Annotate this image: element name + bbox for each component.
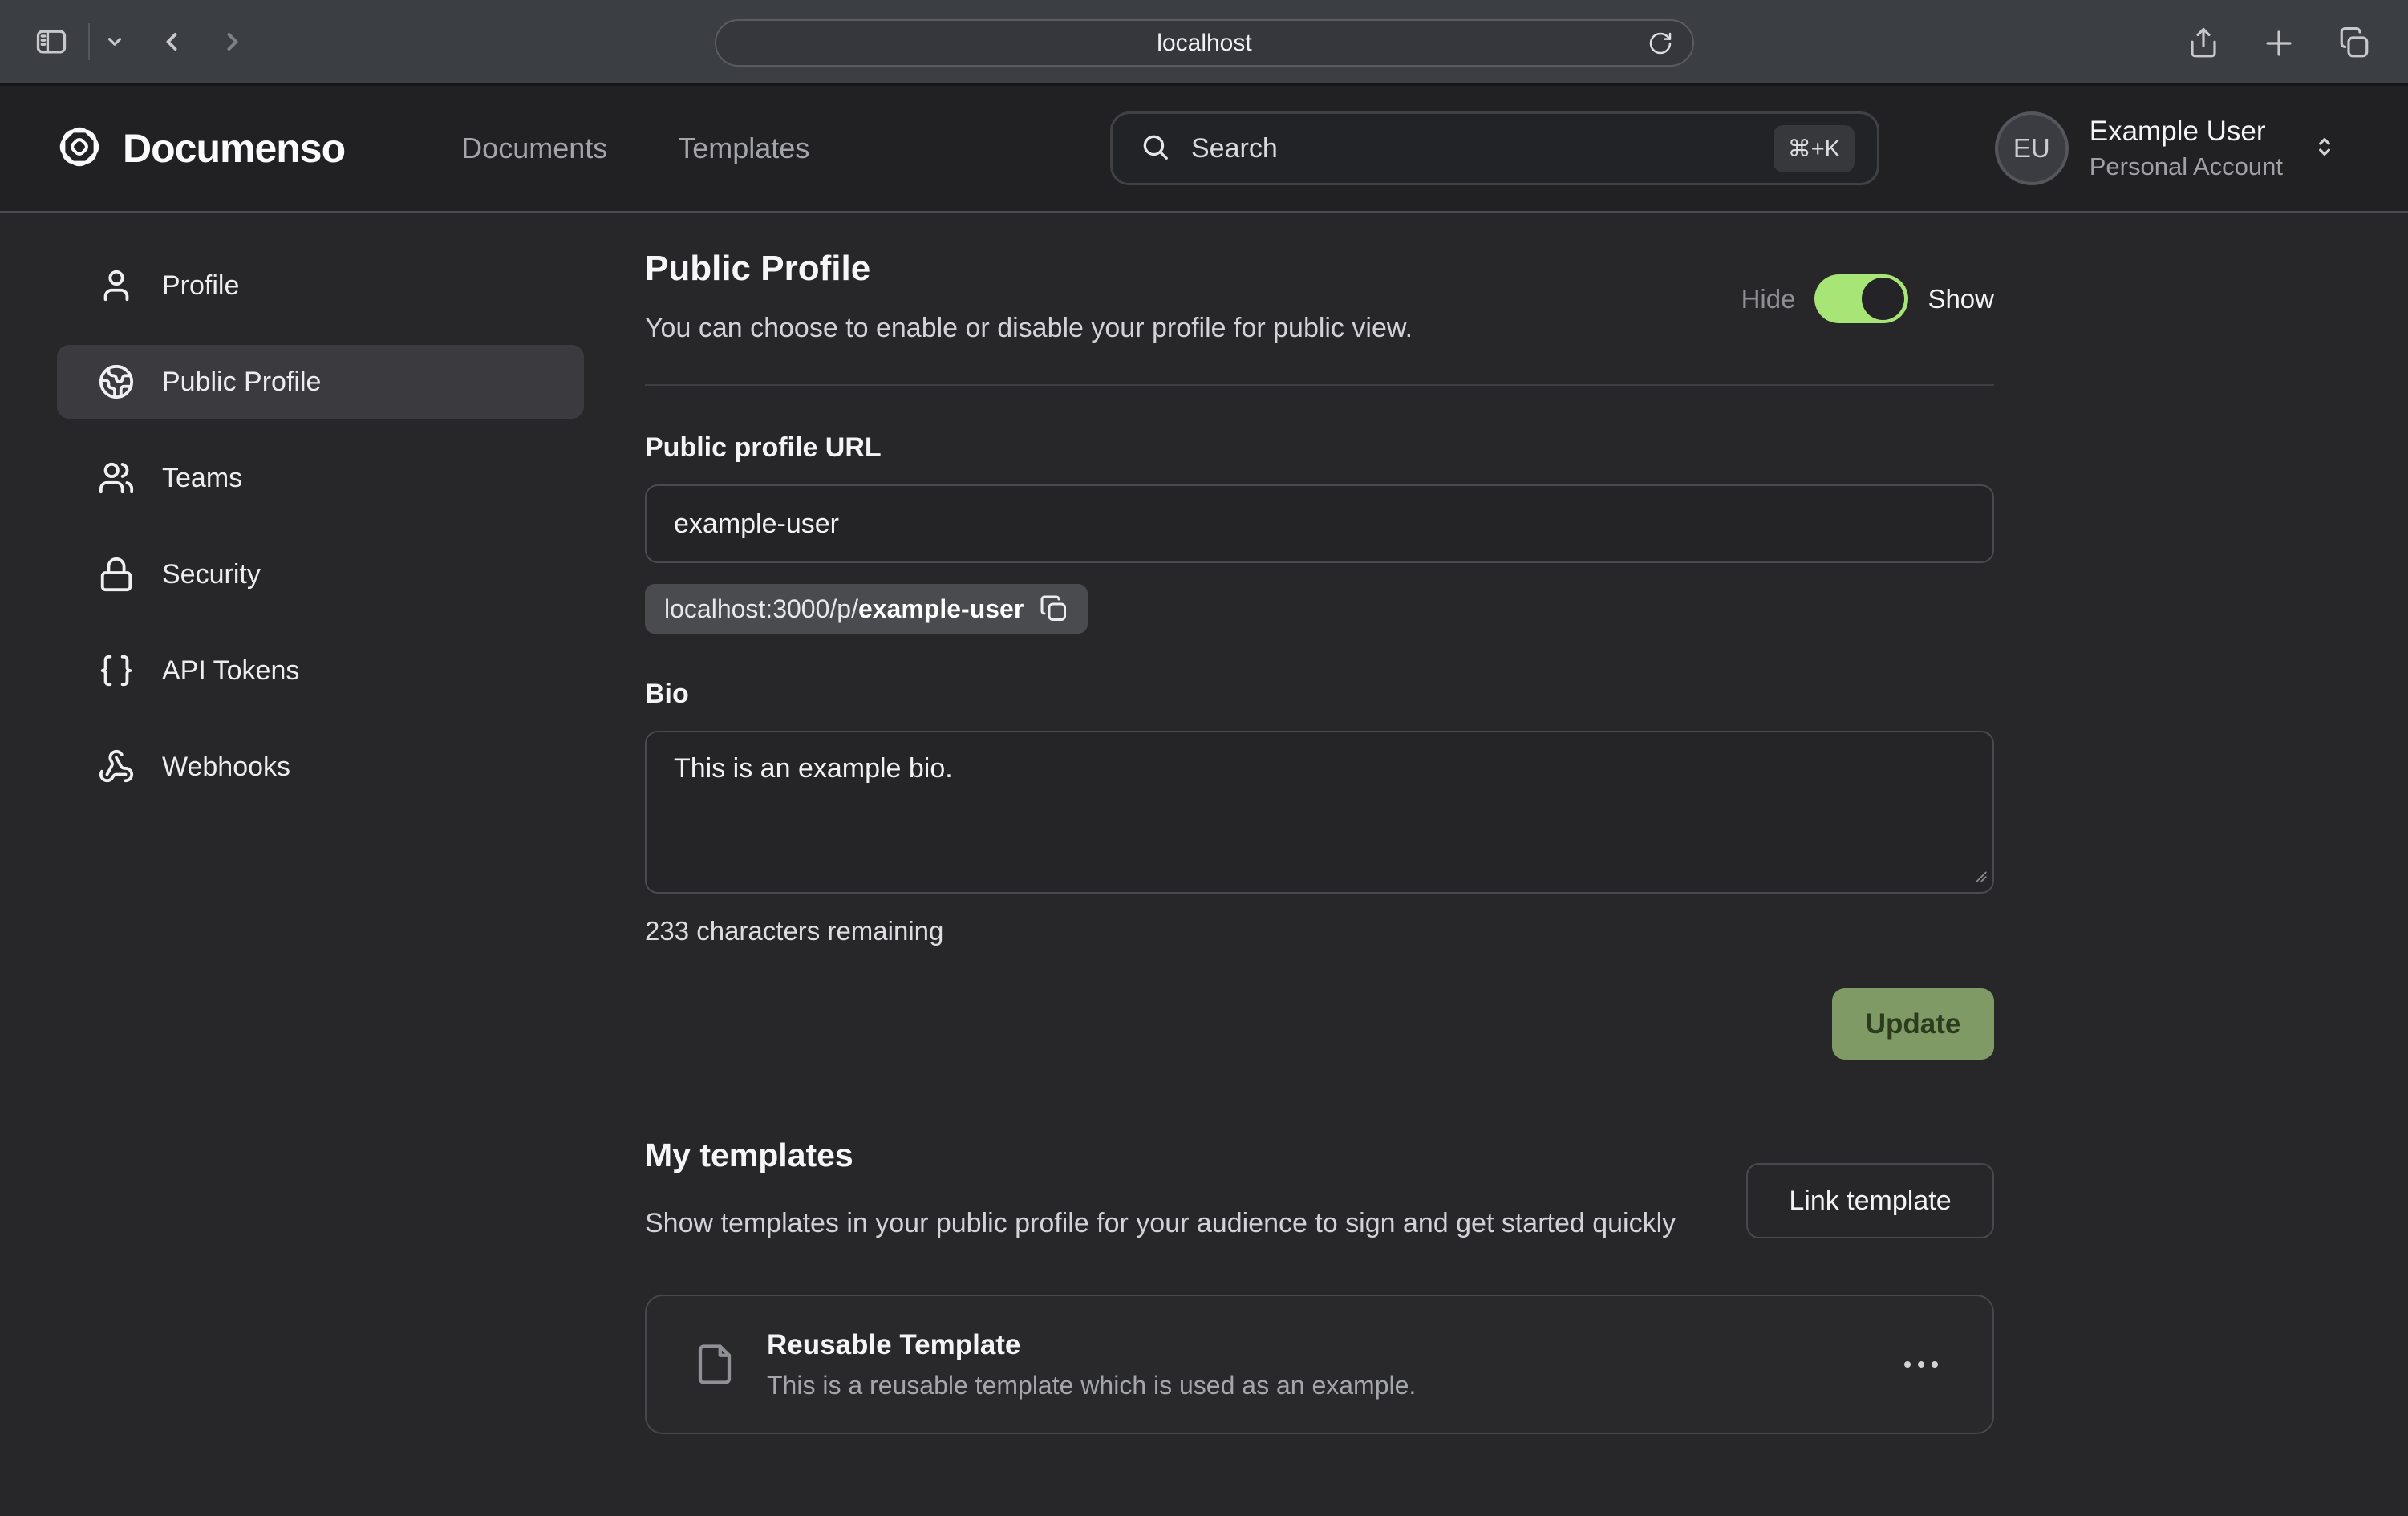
sidebar-item-webhooks[interactable]: Webhooks xyxy=(57,730,584,804)
sidebar-item-profile[interactable]: Profile xyxy=(57,249,584,322)
update-button[interactable]: Update xyxy=(1832,988,1994,1060)
hide-label: Hide xyxy=(1741,284,1796,314)
forward-button[interactable] xyxy=(218,27,247,56)
show-label: Show xyxy=(1928,284,1994,314)
account-type: Personal Account xyxy=(2090,152,2283,181)
globe-icon xyxy=(98,363,135,400)
template-description: This is a reusable template which is use… xyxy=(767,1371,1416,1400)
divider xyxy=(645,384,1994,386)
search-icon xyxy=(1140,132,1170,166)
sidebar-item-security[interactable]: Security xyxy=(57,537,584,611)
user-icon xyxy=(98,267,135,304)
characters-remaining: 233 characters remaining xyxy=(645,916,1994,946)
share-icon xyxy=(2187,26,2220,60)
brand[interactable]: Documenso xyxy=(57,124,345,173)
template-texts: Reusable Template This is a reusable tem… xyxy=(767,1329,1416,1400)
sidebar-menu-button[interactable] xyxy=(104,31,125,52)
documenso-logo-icon xyxy=(57,124,102,173)
search-input[interactable]: Search ⌘+K xyxy=(1110,111,1879,185)
avatar: EU xyxy=(1995,111,2069,185)
browser-chrome: localhost xyxy=(0,0,2408,86)
public-profile-link: localhost:3000/p/example-user xyxy=(664,594,1024,624)
brand-name: Documenso xyxy=(123,125,345,172)
toggle-knob xyxy=(1862,278,1904,320)
settings-sidebar: Profile Public Profile Teams Security AP… xyxy=(57,249,584,826)
url-text: localhost xyxy=(1157,30,1251,57)
account-names: Example User Personal Account xyxy=(2090,115,2283,181)
sidebar-panel-icon xyxy=(34,24,69,59)
sidebar-toggle-button[interactable] xyxy=(34,24,69,59)
search-placeholder: Search xyxy=(1191,133,1278,164)
divider xyxy=(88,23,90,60)
link-template-button[interactable]: Link template xyxy=(1746,1163,1994,1238)
templates-header: My templates Show templates in your publ… xyxy=(645,1137,1676,1243)
search-shortcut-badge: ⌘+K xyxy=(1774,125,1855,172)
sidebar-item-public-profile[interactable]: Public Profile xyxy=(57,345,584,419)
back-button[interactable] xyxy=(157,27,186,56)
bio-textarea[interactable]: This is an example bio. xyxy=(645,731,1994,894)
profile-url-input[interactable] xyxy=(645,484,1994,563)
tab-overview-button[interactable] xyxy=(2337,26,2371,60)
nav-documents[interactable]: Documents xyxy=(461,132,607,165)
template-menu-button[interactable] xyxy=(1896,1353,1946,1376)
reload-icon xyxy=(1648,30,1673,56)
braces-icon xyxy=(98,652,135,689)
top-nav: Documents Templates xyxy=(461,132,809,165)
chevron-right-icon xyxy=(218,27,247,56)
sidebar-item-api-tokens[interactable]: API Tokens xyxy=(57,634,584,707)
reload-button[interactable] xyxy=(1648,30,1673,56)
nav-templates[interactable]: Templates xyxy=(678,132,809,165)
public-profile-link-chip: localhost:3000/p/example-user xyxy=(645,584,1088,634)
template-name: Reusable Template xyxy=(767,1329,1416,1361)
chevrons-up-down-icon xyxy=(2312,134,2337,164)
webhook-icon xyxy=(98,748,135,785)
templates-title: My templates xyxy=(645,1137,1676,1174)
copy-link-button[interactable] xyxy=(1040,594,1068,623)
plus-icon xyxy=(2262,26,2296,60)
app-header: Documenso Documents Templates Search ⌘+K… xyxy=(0,86,2408,213)
public-profile-settings: Public Profile Hide Show You can choose … xyxy=(645,249,1994,1434)
browser-url-bar[interactable]: localhost xyxy=(715,19,1694,67)
bio-label: Bio xyxy=(645,679,1994,710)
profile-visibility-toggle[interactable] xyxy=(1814,274,1908,323)
chevron-down-icon xyxy=(104,31,125,52)
account-menu[interactable]: EU Example User Personal Account xyxy=(1995,111,2337,185)
lock-icon xyxy=(98,556,135,593)
new-tab-button[interactable] xyxy=(2262,26,2296,60)
users-icon xyxy=(98,460,135,497)
tabs-icon xyxy=(2337,26,2371,60)
templates-description: Show templates in your public profile fo… xyxy=(645,1203,1676,1243)
profile-url-label: Public profile URL xyxy=(645,432,1994,464)
copy-icon xyxy=(1040,594,1068,623)
visibility-toggle-row: Hide Show xyxy=(1741,274,1994,323)
template-list-item[interactable]: Reusable Template This is a reusable tem… xyxy=(645,1295,1994,1434)
screen: localhost Documenso Documents xyxy=(0,0,2408,1516)
share-button[interactable] xyxy=(2187,26,2220,60)
sidebar-item-teams[interactable]: Teams xyxy=(57,441,584,515)
chevron-left-icon xyxy=(157,27,186,56)
file-icon xyxy=(693,1343,736,1386)
account-name: Example User xyxy=(2090,115,2283,148)
